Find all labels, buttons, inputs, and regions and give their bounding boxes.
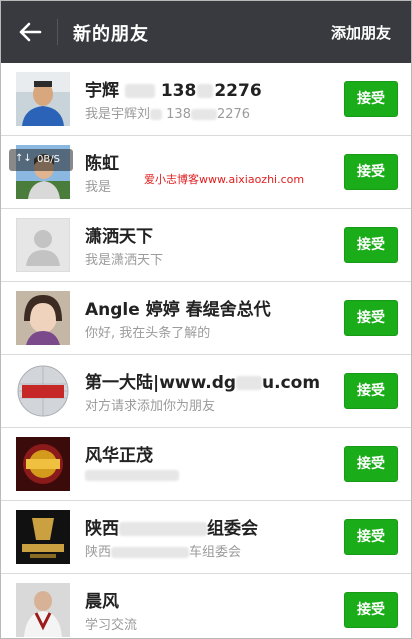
top-bar: 新的朋友 添加朋友 [1,1,411,63]
redaction [124,84,155,98]
avatar [16,218,70,272]
contact-name: Angle 婷婷 春缇舍总代 [85,300,271,320]
avatar [16,364,70,418]
list-item[interactable]: Angle 婷婷 春缇舍总代 你好, 我在头条了解的 接受 [1,282,411,355]
watermark-text: 爱小志博客www.aixiaozhi.com [144,173,305,186]
avatar [16,72,70,126]
contact-name: 宇辉 138 2276 [85,81,262,101]
redaction [111,547,190,558]
contact-name: 风华正茂 [85,446,153,466]
accept-button[interactable]: 接受 [344,154,398,190]
header-divider [57,19,58,45]
app-frame: 新的朋友 添加朋友 宇辉 138 2276 我是宇辉刘 138 2276 接受 … [0,0,412,639]
contact-name: 晨风 [85,592,119,612]
accept-button[interactable]: 接受 [344,81,398,117]
avatar [16,437,70,491]
request-message: 我是潇洒天下 [85,253,164,268]
request-message [85,468,179,483]
list-item[interactable]: 晨风 学习交流 接受 [1,574,411,638]
contact-name: 陕西 组委会 [85,519,258,539]
accept-button[interactable]: 接受 [344,446,398,482]
accept-button[interactable]: 接受 [344,519,398,555]
avatar [16,510,70,564]
request-message: 对方请求添加你为朋友 [85,399,216,414]
avatar [16,583,70,637]
list-item[interactable]: 风华正茂 接受 [1,428,411,501]
redaction [150,109,163,120]
list-item[interactable]: 潇洒天下 我是潇洒天下 接受 [1,209,411,282]
redaction [85,470,179,481]
redaction [197,84,214,98]
contact-name: 潇洒天下 [85,227,153,247]
accept-button[interactable]: 接受 [344,592,398,628]
redaction [190,109,217,120]
accept-button[interactable]: 接受 [344,373,398,409]
request-message: 我是宇辉刘 138 2276 [85,107,251,122]
back-arrow-icon[interactable] [15,17,45,47]
avatar [16,291,70,345]
list-item[interactable]: 陕西 组委会 陕西 车组委会 接受 [1,501,411,574]
page-title: 新的朋友 [73,24,149,45]
add-friend-button[interactable]: 添加朋友 [331,22,391,43]
accept-button[interactable]: 接受 [344,300,398,336]
contact-name: 第一大陆|www.dg u.com [85,373,321,393]
network-speed-text: 0B/S [37,154,60,165]
request-message: 你好, 我在头条了解的 [85,326,211,341]
redaction [119,522,207,536]
list-item[interactable]: 第一大陆|www.dg u.com 对方请求添加你为朋友 接受 [1,355,411,428]
request-message: 我是 [85,180,112,195]
accept-button[interactable]: 接受 [344,227,398,263]
list-item[interactable]: 宇辉 138 2276 我是宇辉刘 138 2276 接受 [1,63,411,136]
request-message: 学习交流 [85,618,138,633]
contact-name: 陈虹 [85,154,119,174]
transfer-arrows-icon: ↑↓ [15,153,32,164]
request-message: 陕西 车组委会 [85,545,242,560]
redaction [236,376,263,390]
network-speed-overlay: ↑↓ 0B/S [9,149,73,171]
